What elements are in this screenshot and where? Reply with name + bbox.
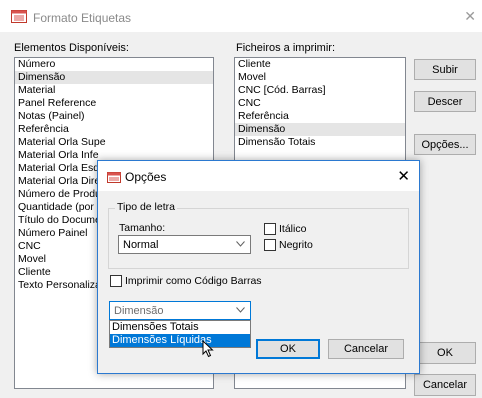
file-to-print-item[interactable]: Cliente bbox=[235, 58, 405, 71]
barcode-checkbox[interactable] bbox=[110, 275, 122, 287]
ok-button[interactable]: OK bbox=[414, 342, 476, 364]
font-group-label: Tipo de letra bbox=[115, 201, 177, 213]
file-to-print-item[interactable]: CNC bbox=[235, 97, 405, 110]
mouse-pointer-icon bbox=[202, 339, 214, 361]
dialog-cancel-button[interactable]: Cancelar bbox=[328, 339, 404, 359]
italic-checkbox[interactable] bbox=[264, 223, 276, 235]
file-to-print-item[interactable]: Dimensão Totais bbox=[235, 136, 405, 149]
cancel-button[interactable]: Cancelar bbox=[414, 374, 476, 396]
label-format-icon bbox=[107, 172, 121, 183]
size-combobox[interactable]: Normal bbox=[118, 235, 251, 254]
window-title: Formato Etiquetas bbox=[33, 11, 132, 25]
dimension-option[interactable]: Dimensões Totais bbox=[110, 321, 250, 334]
dialog-ok-button[interactable]: OK bbox=[256, 339, 320, 359]
dimension-dropdown-list: Dimensões Totais Dimensões Líquidas bbox=[109, 320, 251, 348]
available-element-item[interactable]: Panel Reference bbox=[15, 97, 213, 110]
size-value: Normal bbox=[123, 238, 159, 251]
available-element-item[interactable]: Dimensão bbox=[15, 71, 213, 84]
bold-label: Negrito bbox=[279, 239, 313, 251]
files-to-print-label: Ficheiros a imprimir: bbox=[236, 42, 336, 54]
bold-checkbox[interactable] bbox=[264, 239, 276, 251]
move-up-button[interactable]: Subir bbox=[414, 59, 476, 80]
chevron-down-icon bbox=[236, 305, 245, 315]
dimension-option-highlighted[interactable]: Dimensões Líquidas bbox=[110, 334, 250, 347]
available-element-item[interactable]: Material bbox=[15, 84, 213, 97]
dialog-close-icon[interactable]: ✕ bbox=[397, 167, 410, 185]
label-format-icon bbox=[11, 10, 27, 23]
window-close-icon[interactable]: ✕ bbox=[464, 8, 476, 25]
barcode-label: Imprimir como Código Barras bbox=[125, 275, 262, 287]
italic-label: Itálico bbox=[279, 223, 307, 235]
options-button[interactable]: Opções... bbox=[414, 134, 476, 155]
move-down-button[interactable]: Descer bbox=[414, 91, 476, 112]
file-to-print-item[interactable]: Dimensão bbox=[235, 123, 405, 136]
file-to-print-item[interactable]: Referência bbox=[235, 110, 405, 123]
available-element-item[interactable]: Referência bbox=[15, 123, 213, 136]
available-element-item[interactable]: Material Orla Supe bbox=[15, 136, 213, 149]
file-to-print-item[interactable]: Movel bbox=[235, 71, 405, 84]
dimension-value: Dimensão bbox=[114, 304, 164, 317]
available-elements-label: Elementos Disponíveis: bbox=[14, 42, 129, 54]
chevron-down-icon bbox=[236, 239, 245, 249]
file-to-print-item[interactable]: CNC [Cód. Barras] bbox=[235, 84, 405, 97]
dimension-combobox[interactable]: Dimensão bbox=[109, 301, 251, 320]
options-dialog: Opções ✕ Tipo de letra Tamanho: Normal I… bbox=[97, 160, 420, 374]
dialog-title: Opções bbox=[125, 170, 167, 184]
available-element-item[interactable]: Número bbox=[15, 58, 213, 71]
available-element-item[interactable]: Notas (Painel) bbox=[15, 110, 213, 123]
size-label: Tamanho: bbox=[119, 222, 166, 234]
